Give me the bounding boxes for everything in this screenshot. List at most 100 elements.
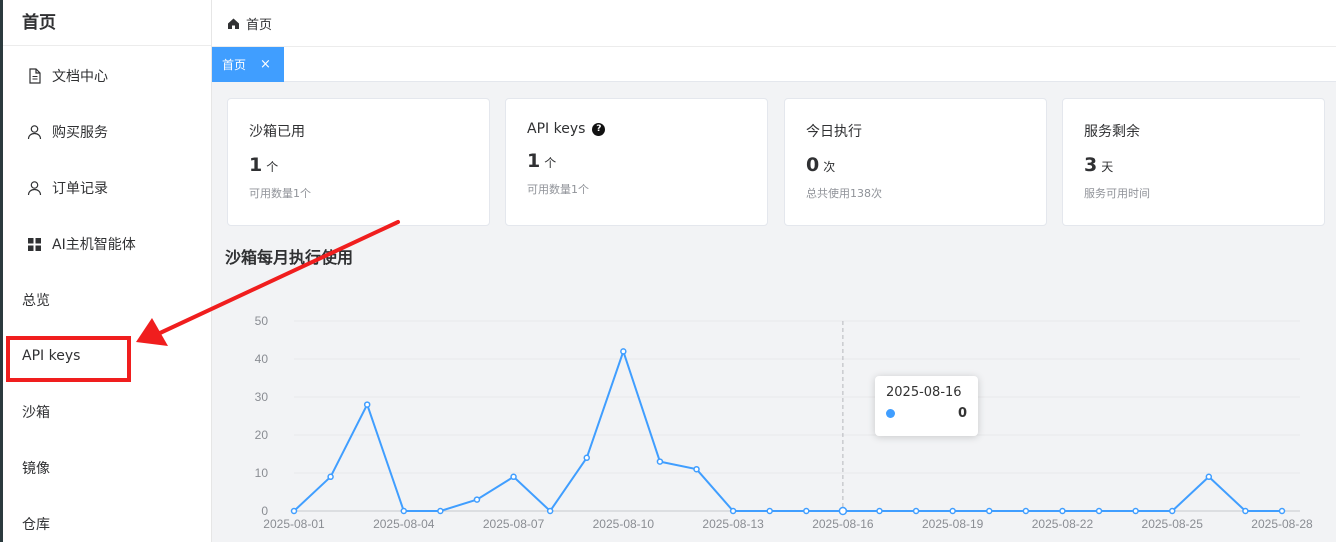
sidebar-item-label: 仓库 bbox=[22, 517, 50, 533]
sidebar-brand[interactable]: 首页 bbox=[0, 0, 211, 46]
sidebar-item-overview[interactable]: 总览 bbox=[0, 272, 210, 328]
data-point bbox=[986, 507, 993, 515]
x-tick-label: 2025-08-28 bbox=[1251, 517, 1313, 531]
card-value: 1 bbox=[527, 150, 541, 172]
data-point bbox=[1059, 507, 1066, 515]
breadcrumb-item[interactable]: 首页 bbox=[246, 14, 272, 33]
card-unit: 天 bbox=[1101, 160, 1114, 174]
data-point bbox=[583, 454, 590, 462]
document-icon bbox=[26, 68, 43, 85]
sidebar-item-label: AI主机智能体 bbox=[52, 237, 136, 253]
data-point bbox=[1278, 507, 1286, 515]
card-subtext: 可用数量1个 bbox=[249, 187, 311, 200]
x-tick-label: 2025-08-19 bbox=[922, 517, 984, 531]
data-point bbox=[876, 507, 883, 515]
x-tick-label: 2025-08-10 bbox=[593, 517, 655, 531]
data-point bbox=[838, 506, 848, 516]
tab-label: 首页 bbox=[222, 58, 247, 72]
data-point bbox=[729, 507, 737, 515]
line-chart[interactable]: 0 10 20 30 40 50 2025-08-01 2025-08-04 2025-08-0… bbox=[212, 280, 1336, 542]
y-tick-label: 20 bbox=[255, 428, 269, 442]
sidebar-item-orders[interactable]: 订单记录 bbox=[0, 160, 210, 216]
stat-card-api-keys: API keys? 1个 可用数量1个 bbox=[505, 98, 768, 226]
card-value: 1 bbox=[249, 154, 263, 176]
data-point bbox=[290, 507, 298, 515]
stat-card-sandbox-used: 沙箱已用 1个 可用数量1个 bbox=[227, 98, 490, 226]
card-subtext: 总共使用138次 bbox=[806, 187, 882, 200]
y-tick-label: 40 bbox=[255, 352, 269, 366]
x-tick-label: 2025-08-04 bbox=[373, 517, 435, 531]
data-point bbox=[1205, 473, 1213, 481]
user-icon bbox=[26, 180, 43, 197]
card-value: 0 bbox=[806, 154, 820, 176]
sidebar-item-label: 总览 bbox=[22, 293, 50, 309]
x-tick-label: 2025-08-07 bbox=[483, 517, 545, 531]
user-icon bbox=[26, 124, 43, 141]
stat-card-today-exec: 今日执行 0次 总共使用138次 bbox=[784, 98, 1047, 226]
card-subtext: 可用数量1个 bbox=[527, 183, 589, 196]
data-point bbox=[949, 507, 956, 515]
tooltip-date: 2025-08-16 bbox=[886, 385, 962, 400]
data-point bbox=[437, 507, 444, 515]
card-title: 沙箱已用 bbox=[249, 124, 305, 140]
x-tick-label: 2025-08-22 bbox=[1032, 517, 1094, 531]
annotation-highlight-box bbox=[6, 336, 131, 382]
chart-title: 沙箱每月执行使用 bbox=[225, 248, 354, 267]
y-tick-label: 50 bbox=[255, 314, 269, 328]
data-point bbox=[473, 496, 481, 503]
card-value: 3 bbox=[1084, 154, 1098, 176]
card-title: 今日执行 bbox=[806, 124, 862, 140]
sidebar-item-repository[interactable]: 仓库 bbox=[0, 496, 210, 542]
home-icon bbox=[227, 17, 240, 30]
breadcrumb: 首页 bbox=[212, 0, 1336, 47]
tabs-bar: 首页 × bbox=[212, 47, 1336, 82]
grid-icon bbox=[26, 236, 43, 253]
sidebar-item-ai-agent[interactable]: AI主机智能体 bbox=[0, 216, 210, 272]
data-point bbox=[400, 507, 408, 515]
tab-home[interactable]: 首页 × bbox=[212, 47, 284, 82]
tooltip-value: 0 bbox=[957, 406, 967, 421]
chart-tooltip: 2025-08-16 0 bbox=[875, 376, 978, 436]
card-unit: 次 bbox=[823, 160, 836, 174]
sidebar-item-label: 文档中心 bbox=[52, 69, 108, 85]
sidebar-item-label: 镜像 bbox=[22, 461, 50, 477]
data-point bbox=[1132, 507, 1139, 515]
y-tick-label: 10 bbox=[255, 466, 269, 480]
data-point bbox=[803, 507, 810, 515]
series-line bbox=[293, 348, 1282, 513]
y-tick-label: 0 bbox=[261, 504, 268, 518]
data-point bbox=[327, 473, 334, 481]
card-title: 服务剩余 bbox=[1084, 124, 1140, 140]
card-title: API keys bbox=[527, 121, 586, 137]
data-point bbox=[766, 507, 773, 515]
x-tick-label: 2025-08-01 bbox=[263, 517, 325, 531]
data-point bbox=[1242, 507, 1249, 515]
data-point bbox=[693, 465, 700, 473]
sidebar-item-sandbox[interactable]: 沙箱 bbox=[0, 384, 210, 440]
close-icon[interactable]: × bbox=[260, 57, 271, 72]
y-tick-label: 30 bbox=[255, 390, 269, 404]
sidebar-item-buy[interactable]: 购买服务 bbox=[0, 104, 210, 160]
data-point bbox=[1095, 507, 1103, 515]
x-tick-label: 2025-08-16 bbox=[812, 517, 874, 531]
card-unit: 个 bbox=[544, 156, 557, 170]
data-point bbox=[912, 507, 920, 515]
data-point bbox=[510, 473, 517, 481]
sidebar-item-images[interactable]: 镜像 bbox=[0, 440, 210, 496]
data-point bbox=[656, 458, 664, 465]
sidebar-item-label: 沙箱 bbox=[22, 405, 50, 421]
x-tick-label: 2025-08-13 bbox=[702, 517, 764, 531]
x-tick-label: 2025-08-25 bbox=[1142, 517, 1204, 531]
help-icon[interactable]: ? bbox=[592, 122, 606, 136]
card-subtext: 服务可用时间 bbox=[1084, 187, 1150, 200]
data-point bbox=[1168, 507, 1176, 515]
sidebar-item-docs[interactable]: 文档中心 bbox=[0, 48, 210, 104]
series-dot-icon bbox=[886, 409, 895, 418]
data-point bbox=[546, 507, 554, 515]
data-point bbox=[1022, 507, 1030, 515]
card-unit: 个 bbox=[266, 160, 279, 174]
sidebar: 首页 文档中心 购买服务 订单记录 AI主机智能体 总览 API keys 沙箱… bbox=[0, 0, 212, 542]
sidebar-item-label: 订单记录 bbox=[52, 181, 108, 197]
data-point bbox=[620, 348, 627, 355]
stat-card-service-remaining: 服务剩余 3天 服务可用时间 bbox=[1062, 98, 1325, 226]
